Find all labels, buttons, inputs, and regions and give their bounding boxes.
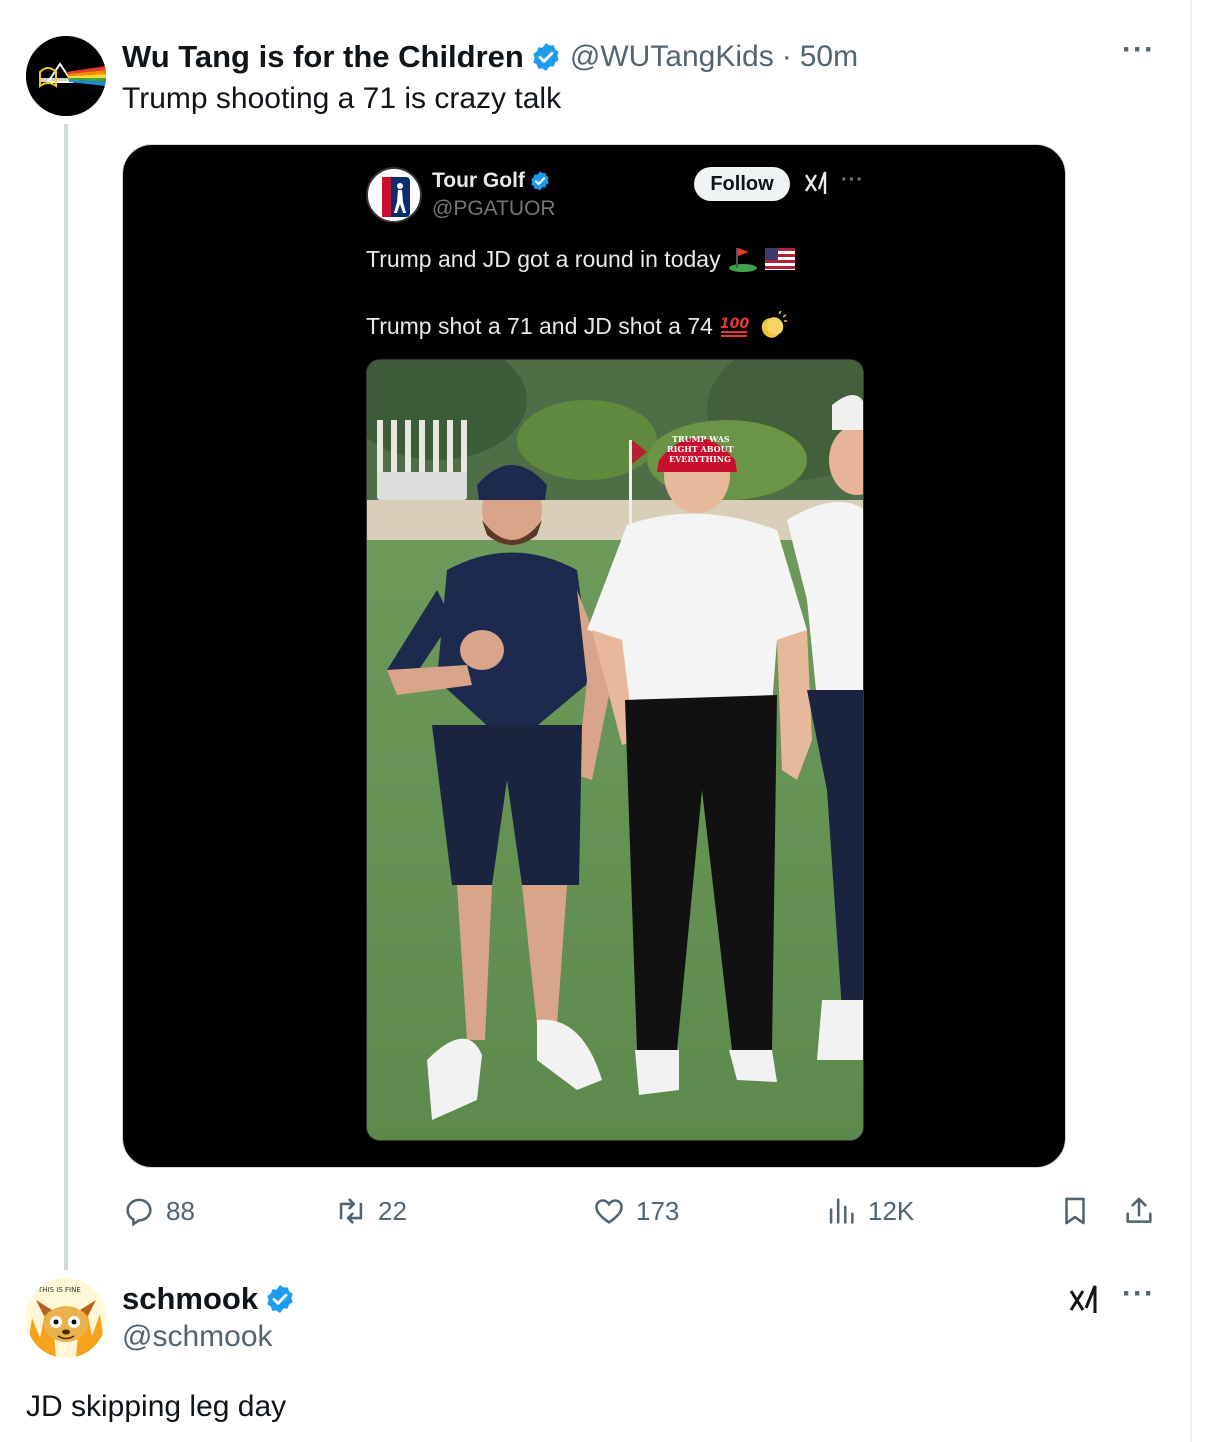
like-button[interactable]: 173 [592,1194,679,1228]
grok-icon [804,171,827,194]
reply-icon [126,1198,152,1227]
media-image[interactable]: Tour Golf @PGATUOR Follow ··· Trump and … [122,144,1066,1168]
more-options-button[interactable]: ··· [1122,35,1155,65]
clapping-hands-emoji-icon [761,311,787,338]
thread-connector-line [64,124,68,1270]
reply-count: 88 [166,1195,195,1226]
handle[interactable]: @WUTangKids [570,40,774,74]
us-flag-emoji-icon [764,248,795,270]
reply-avatar[interactable]: THIS IS FINE [26,1278,106,1358]
timeline-border [1190,0,1192,1442]
views-button[interactable]: 12K [824,1194,914,1228]
inner-display-name: Tour Golf [432,169,525,192]
svg-text:RIGHT ABOUT: RIGHT ABOUT [667,444,734,454]
hundred-points-emoji-icon: 100 [720,316,749,337]
verified-badge-icon [533,43,559,71]
repost-button[interactable]: 22 [334,1194,407,1228]
inner-header: Tour Golf [432,169,551,193]
reply-text: JD skipping leg day [26,1390,287,1423]
separator-dot: · [781,40,792,73]
reply-header: schmook [122,1280,296,1318]
svg-text:100: 100 [720,316,749,332]
tweet-text: Trump shooting a 71 is crazy talk [122,82,562,115]
like-count: 173 [636,1195,680,1226]
inner-handle: @PGATUOR [432,197,556,220]
inner-text-line-1-text: Trump and JD got a round in today [366,245,721,272]
inner-follow-button: Follow [694,167,790,201]
reply-display-name[interactable]: schmook [122,1281,258,1317]
action-bar: 88 22 173 12K [122,1194,1162,1234]
inner-text-line-1: Trump and JD got a round in today [366,245,795,273]
avatar[interactable] [26,36,106,116]
svg-text:EVERYTHING: EVERYTHING [669,454,731,464]
inner-text-line-2-text: Trump shot a 71 and JD shot a 74 [366,312,713,339]
prism-logo-icon [26,36,106,116]
views-count: 12K [868,1195,915,1226]
reply-verified-badge-icon [267,1285,293,1313]
tweet-header: Wu Tang is for the Children @WUTangKids … [122,38,858,76]
timestamp[interactable]: 50m [800,40,858,74]
share-button[interactable] [1122,1194,1166,1228]
share-icon [1126,1197,1152,1223]
reply-more-options-button[interactable]: ··· [1122,1279,1155,1309]
golf-photo: TRUMP WAS RIGHT ABOUT EVERYTHING [366,359,864,1141]
bookmark-icon [1065,1197,1085,1225]
grok-button-icon[interactable] [1068,1282,1102,1316]
bookmark-button[interactable] [1058,1194,1102,1228]
inner-verified-badge-icon [531,171,549,191]
display-name[interactable]: Wu Tang is for the Children [122,39,524,75]
reply-button[interactable]: 88 [122,1194,195,1228]
avatar-caption: THIS IS FINE [37,1286,81,1294]
heart-icon [595,1199,623,1224]
inner-text-line-2: Trump shot a 71 and JD shot a 74 100 [366,311,787,341]
inner-avatar [366,167,422,223]
repost-count: 22 [378,1195,407,1226]
this-is-fine-dog-icon: THIS IS FINE [26,1278,106,1358]
golf-flag-emoji-icon [728,248,757,272]
svg-text:TRUMP WAS: TRUMP WAS [672,434,730,444]
inner-more-icon: ··· [841,169,864,191]
repost-icon [339,1198,363,1224]
golf-course-photo-icon: TRUMP WAS RIGHT ABOUT EVERYTHING [367,360,863,1140]
views-chart-icon [829,1198,854,1224]
pga-tour-logo-icon [382,177,410,217]
reply-handle[interactable]: @schmook [122,1320,273,1354]
